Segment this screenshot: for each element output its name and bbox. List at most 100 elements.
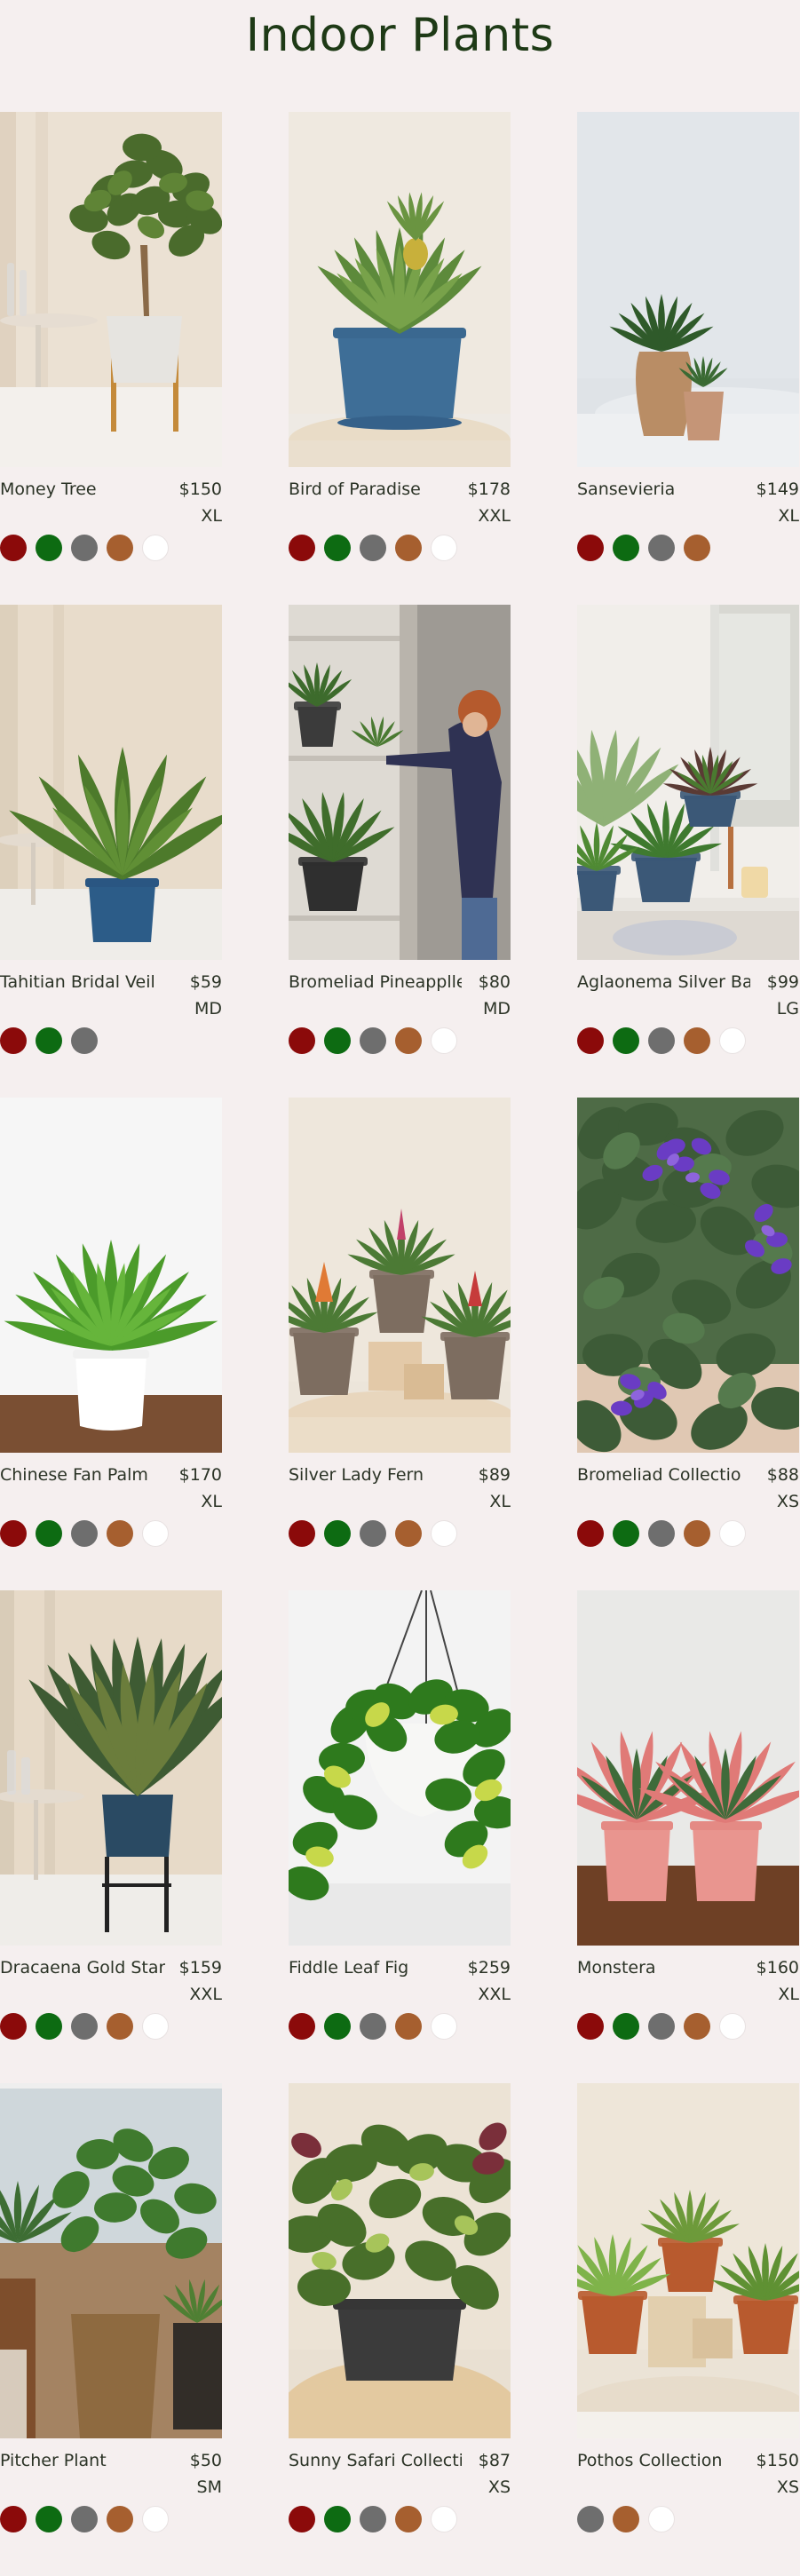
color-swatch-green[interactable] [324,1520,351,1547]
color-swatch-brown[interactable] [107,1520,133,1547]
product-name[interactable]: Bromeliad Collectio [577,1465,741,1485]
color-swatch-red[interactable] [289,2506,315,2532]
color-swatch-green[interactable] [36,2506,62,2532]
color-swatch-white[interactable] [431,2506,457,2532]
color-swatch-green[interactable] [36,535,62,561]
color-swatch-brown[interactable] [684,1027,710,1054]
color-swatch-green[interactable] [324,2506,351,2532]
product-image[interactable] [577,2083,799,2438]
color-swatch-brown[interactable] [395,1027,422,1054]
color-swatch-green[interactable] [613,2013,639,2040]
color-swatch-brown[interactable] [684,2013,710,2040]
color-swatch-brown[interactable] [107,2013,133,2040]
color-swatch-brown[interactable] [684,535,710,561]
color-swatch-red[interactable] [0,1520,27,1547]
product-card[interactable]: Silver Lady Fern $89 XL [289,1098,511,1590]
color-swatch-brown[interactable] [107,535,133,561]
product-card[interactable]: Money Tree $150 XL [0,112,222,605]
color-swatch-white[interactable] [719,1027,746,1054]
color-swatch-green[interactable] [613,1520,639,1547]
color-swatch-red[interactable] [289,1027,315,1054]
product-image[interactable] [0,112,222,467]
color-swatch-white[interactable] [719,2013,746,2040]
product-name[interactable]: Sunny Safari Collection [289,2451,462,2470]
color-swatch-gray[interactable] [360,1520,386,1547]
color-swatch-white[interactable] [142,2013,169,2040]
color-swatch-gray[interactable] [360,2013,386,2040]
product-card[interactable]: Bromeliad Pineapplle $80 MD [289,605,511,1098]
color-swatch-green[interactable] [36,1520,62,1547]
color-swatch-red[interactable] [0,1027,27,1054]
color-swatch-red[interactable] [577,1520,604,1547]
product-name[interactable]: Chinese Fan Palm [0,1465,148,1485]
color-swatch-gray[interactable] [360,535,386,561]
color-swatch-white[interactable] [431,535,457,561]
product-name[interactable]: Bromeliad Pineapplle [289,972,462,992]
color-swatch-brown[interactable] [395,2506,422,2532]
color-swatch-gray[interactable] [648,1027,675,1054]
product-name[interactable]: Monstera [577,1958,656,1978]
product-name[interactable]: Dracaena Gold Star [0,1958,165,1978]
product-card[interactable]: Bromeliad Collectio $88 XS [577,1098,799,1590]
color-swatch-white[interactable] [142,2506,169,2532]
color-swatch-brown[interactable] [395,535,422,561]
color-swatch-white[interactable] [142,535,169,561]
color-swatch-green[interactable] [324,1027,351,1054]
color-swatch-green[interactable] [324,2013,351,2040]
product-card[interactable]: Sunny Safari Collection $87 XS [289,2083,511,2576]
color-swatch-red[interactable] [0,535,27,561]
color-swatch-green[interactable] [613,1027,639,1054]
product-name[interactable]: Pothos Collection [577,2451,722,2470]
color-swatch-green[interactable] [613,535,639,561]
product-name[interactable]: Money Tree [0,480,97,499]
product-card[interactable]: Dracaena Gold Star $159 XXL [0,1590,222,2083]
color-swatch-white[interactable] [431,1520,457,1547]
color-swatch-gray[interactable] [71,1027,98,1054]
product-image[interactable] [577,1098,799,1453]
color-swatch-red[interactable] [289,1520,315,1547]
product-image[interactable] [289,1098,511,1453]
color-swatch-gray[interactable] [360,1027,386,1054]
product-card[interactable]: Pitcher Plant $50 SM [0,2083,222,2576]
product-image[interactable] [577,605,799,960]
product-card[interactable]: Monstera $160 XL [577,1590,799,2083]
product-image[interactable] [289,112,511,467]
product-image[interactable] [0,1098,222,1453]
color-swatch-red[interactable] [577,2013,604,2040]
color-swatch-white[interactable] [719,1520,746,1547]
color-swatch-gray[interactable] [577,2506,604,2532]
product-image[interactable] [0,605,222,960]
product-image[interactable] [0,2083,222,2438]
color-swatch-brown[interactable] [395,2013,422,2040]
product-name[interactable]: Sansevieria [577,480,675,499]
color-swatch-gray[interactable] [648,535,675,561]
color-swatch-brown[interactable] [613,2506,639,2532]
color-swatch-green[interactable] [324,535,351,561]
color-swatch-green[interactable] [36,2013,62,2040]
color-swatch-white[interactable] [431,1027,457,1054]
product-card[interactable]: Tahitian Bridal Veil $59 MD [0,605,222,1098]
product-card[interactable]: Pothos Collection $150 XS [577,2083,799,2576]
product-card[interactable]: Bird of Paradise $178 XXL [289,112,511,605]
product-image[interactable] [0,1590,222,1946]
product-card[interactable]: Aglaonema Silver Bay $99 LG [577,605,799,1098]
product-image[interactable] [289,605,511,960]
product-name[interactable]: Aglaonema Silver Bay [577,972,750,992]
color-swatch-red[interactable] [577,1027,604,1054]
product-name[interactable]: Fiddle Leaf Fig [289,1958,408,1978]
product-image[interactable] [289,1590,511,1946]
color-swatch-red[interactable] [0,2506,27,2532]
color-swatch-brown[interactable] [395,1520,422,1547]
product-card[interactable]: Chinese Fan Palm $170 XL [0,1098,222,1590]
color-swatch-white[interactable] [142,1520,169,1547]
product-image[interactable] [289,2083,511,2438]
color-swatch-gray[interactable] [71,1520,98,1547]
color-swatch-red[interactable] [289,2013,315,2040]
color-swatch-gray[interactable] [71,2506,98,2532]
color-swatch-white[interactable] [648,2506,675,2532]
color-swatch-gray[interactable] [648,2013,675,2040]
color-swatch-red[interactable] [577,535,604,561]
color-swatch-gray[interactable] [71,535,98,561]
color-swatch-green[interactable] [36,1027,62,1054]
product-name[interactable]: Tahitian Bridal Veil [0,972,155,992]
